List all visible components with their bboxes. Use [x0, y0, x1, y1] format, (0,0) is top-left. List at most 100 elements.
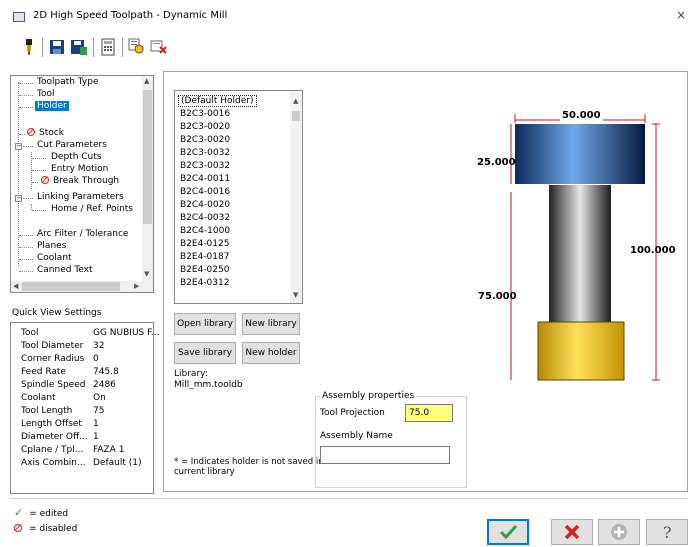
- holder-item[interactable]: B2E4-0250: [180, 265, 229, 275]
- library-label: Library:: [174, 369, 208, 379]
- collapse-icon[interactable]: −: [15, 143, 22, 150]
- tree-item-home-ref-points[interactable]: Home / Ref. Points: [51, 204, 133, 214]
- holder-item[interactable]: B2C4-1000: [180, 226, 230, 236]
- collapse-icon[interactable]: −: [15, 195, 22, 202]
- list-vertical-scrollbar[interactable]: ▲ ▼: [290, 91, 302, 303]
- tree-item-tool[interactable]: Tool: [37, 89, 54, 99]
- toolbar-separator: [122, 38, 123, 57]
- assembly-name-input[interactable]: [320, 446, 450, 464]
- scroll-thumb[interactable]: [292, 111, 300, 121]
- divider: [10, 498, 688, 499]
- holder-list[interactable]: (Default Holder) B2C3-0016 B2C3-0020 B2C…: [174, 90, 303, 304]
- new-library-button[interactable]: New library: [242, 313, 300, 335]
- tree-line: [32, 158, 46, 159]
- tool-projection-input[interactable]: 75.0: [405, 404, 453, 422]
- tree-line: [32, 210, 46, 211]
- save-as-icon[interactable]: [70, 38, 88, 56]
- legend-edited: ✓ = edited: [14, 506, 69, 519]
- holder-item[interactable]: B2C3-0032: [180, 161, 230, 171]
- help-icon: ?: [663, 523, 672, 542]
- tree-line: [18, 82, 19, 266]
- holder-item[interactable]: B2C4-0032: [180, 213, 230, 223]
- tree-item-canned-text[interactable]: Canned Text: [37, 265, 93, 275]
- qv-row: Spindle Speed 2486: [21, 380, 116, 390]
- scroll-left-icon[interactable]: ◀: [13, 282, 18, 290]
- dim-total-height: 100.000: [630, 245, 676, 256]
- disabled-icon: [14, 524, 22, 532]
- close-icon[interactable]: ×: [676, 8, 686, 22]
- tree-line: [19, 259, 33, 260]
- legend-disabled: = disabled: [14, 524, 77, 534]
- save-library-button[interactable]: Save library: [174, 342, 236, 364]
- holder-item[interactable]: B2C3-0020: [180, 122, 230, 132]
- toolbar-separator: [93, 38, 94, 57]
- qv-row: Length Offset 1: [21, 419, 99, 429]
- holder-item[interactable]: B2C3-0016: [180, 109, 230, 119]
- tree-item-holder[interactable]: Holder: [35, 101, 69, 111]
- scroll-up-icon[interactable]: ▲: [293, 97, 298, 105]
- tree-line: [19, 107, 33, 108]
- tree-item-planes[interactable]: Planes: [37, 241, 66, 251]
- holder-item[interactable]: B2C4-0020: [180, 200, 230, 210]
- cancel-button[interactable]: [551, 519, 593, 545]
- library-file: Mill_mm.tooldb: [174, 380, 243, 390]
- tree-item-arc-filter[interactable]: Arc Filter / Tolerance: [37, 229, 128, 239]
- tool-shank: [549, 185, 611, 323]
- holder-item[interactable]: B2C4-0016: [180, 187, 230, 197]
- tree-line: [19, 247, 33, 248]
- tree-line: [19, 134, 25, 135]
- tree-line: [23, 198, 33, 199]
- disabled-icon: [27, 128, 35, 136]
- holder-item[interactable]: B2E4-0187: [180, 252, 229, 262]
- tree-line: [32, 170, 46, 171]
- check-icon: ✓: [14, 506, 24, 519]
- check-icon: [499, 524, 518, 540]
- holder-item[interactable]: B2C4-0011: [180, 174, 230, 184]
- toolbar-separator: [42, 38, 43, 57]
- scroll-down-icon[interactable]: ▼: [293, 291, 298, 299]
- scroll-thumb[interactable]: [22, 282, 120, 291]
- tree-item-coolant[interactable]: Coolant: [37, 253, 72, 263]
- save-icon[interactable]: [48, 38, 66, 56]
- holder-item[interactable]: (Default Holder): [178, 95, 257, 107]
- tree-item-stock[interactable]: Stock: [27, 128, 64, 138]
- tree-item-toolpath-type[interactable]: Toolpath Type: [37, 77, 98, 87]
- svg-text:?: ?: [663, 523, 672, 542]
- calculator-icon[interactable]: [99, 38, 117, 56]
- tree-horizontal-scrollbar[interactable]: ◀ ▶: [11, 281, 153, 292]
- tool-body: [537, 321, 625, 381]
- qv-row: Cplane / Tpl... FAZA 1: [21, 445, 125, 455]
- holder-item[interactable]: B2C3-0020: [180, 135, 230, 145]
- dim-projection: 75.000: [478, 291, 517, 302]
- tree-item-entry-motion[interactable]: Entry Motion: [51, 164, 108, 174]
- toolbar: [0, 34, 688, 60]
- tree-item-break-through[interactable]: Break Through: [41, 176, 119, 186]
- holder-top-block: [515, 124, 645, 184]
- open-library-button[interactable]: Open library: [174, 313, 236, 335]
- scroll-down-icon[interactable]: ▼: [144, 270, 149, 278]
- ok-button[interactable]: [487, 519, 529, 545]
- plus-icon: [611, 524, 627, 540]
- tree-item-cut-parameters[interactable]: Cut Parameters: [37, 140, 107, 150]
- new-holder-button[interactable]: New holder: [242, 342, 300, 364]
- apply-button[interactable]: [598, 519, 640, 545]
- toolpath-icon[interactable]: [20, 38, 38, 56]
- qv-row: Diameter Off... 1: [21, 432, 99, 442]
- tree-vertical-scrollbar[interactable]: ▲ ▼: [142, 76, 153, 282]
- qv-row: Coolant On: [21, 393, 106, 403]
- quick-view-settings: Tool GG NUBIUS F... Tool Diameter 32 Corne…: [10, 322, 159, 494]
- tree-item-depth-cuts[interactable]: Depth Cuts: [51, 152, 101, 162]
- holder-item[interactable]: B2E4-0312: [180, 278, 229, 288]
- holder-item[interactable]: B2C3-0032: [180, 148, 230, 158]
- scroll-up-icon[interactable]: ▲: [144, 77, 149, 85]
- holder-item[interactable]: B2E4-0125: [180, 239, 229, 249]
- scroll-thumb[interactable]: [143, 90, 152, 224]
- qv-row: Axis Combin... Default (1): [21, 458, 142, 468]
- holder-note: * = Indicates holder is not saved in cur…: [174, 457, 324, 477]
- parameter-tree[interactable]: Toolpath Type Tool Holder Stock − Cut Pa…: [10, 75, 154, 293]
- help-button[interactable]: ?: [646, 519, 688, 545]
- tree-item-linking-parameters[interactable]: Linking Parameters: [37, 192, 124, 202]
- reset-icon[interactable]: [150, 38, 168, 56]
- scroll-right-icon[interactable]: ▶: [134, 282, 139, 290]
- preview-icon[interactable]: [128, 38, 146, 56]
